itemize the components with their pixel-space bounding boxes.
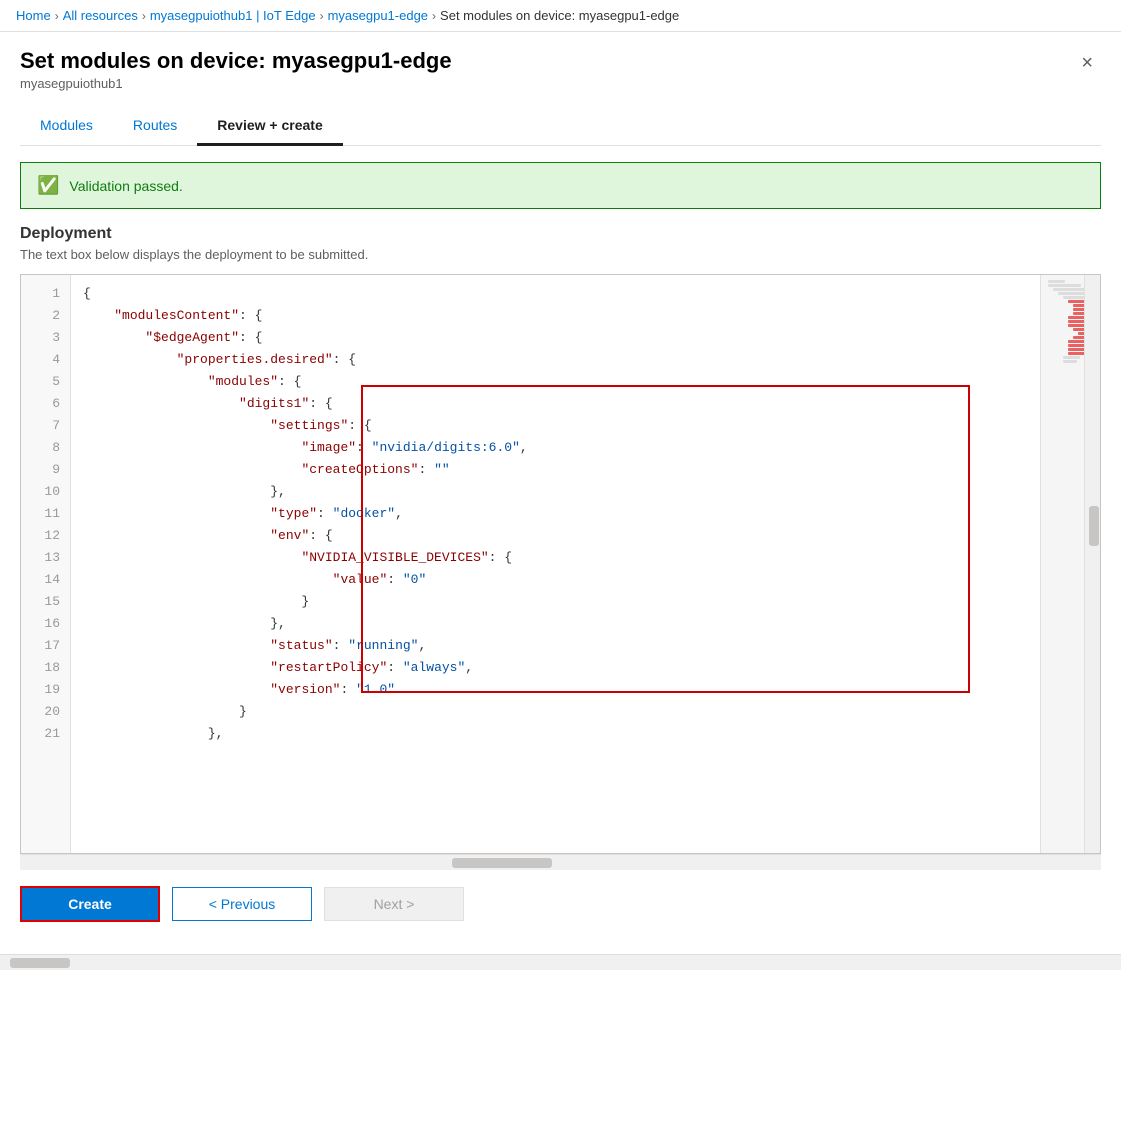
- line-num-6: 6: [21, 393, 70, 415]
- breadcrumb-device[interactable]: myasegpu1-edge: [328, 8, 428, 23]
- line-num-21: 21: [21, 723, 70, 745]
- bottom-scroll-thumb: [10, 958, 70, 968]
- validation-banner: ✅ Validation passed.: [20, 162, 1101, 209]
- breadcrumb-iot-edge[interactable]: myasegpuiothub1 | IoT Edge: [150, 8, 316, 23]
- bottom-scrollbar[interactable]: [0, 954, 1121, 970]
- code-line-13: "NVIDIA_VISIBLE_DEVICES": {: [83, 547, 1028, 569]
- page-header: Set modules on device: myasegpu1-edge my…: [20, 48, 1101, 91]
- line-num-15: 15: [21, 591, 70, 613]
- line-num-17: 17: [21, 635, 70, 657]
- line-num-4: 4: [21, 349, 70, 371]
- code-line-17: "status": "running",: [83, 635, 1028, 657]
- code-line-15: }: [83, 591, 1028, 613]
- tab-routes[interactable]: Routes: [113, 107, 197, 146]
- line-num-11: 11: [21, 503, 70, 525]
- code-line-2: "modulesContent": {: [83, 305, 1028, 327]
- line-num-5: 5: [21, 371, 70, 393]
- line-num-2: 2: [21, 305, 70, 327]
- main-container: Set modules on device: myasegpu1-edge my…: [0, 32, 1121, 954]
- line-num-12: 12: [21, 525, 70, 547]
- line-numbers: 1 2 3 4 5 6 7 8 9 10 11 12 13 14 15 16 1…: [21, 275, 71, 853]
- code-line-7: "settings": {: [83, 415, 1028, 437]
- minimap-line: [1048, 280, 1065, 283]
- code-editor[interactable]: 1 2 3 4 5 6 7 8 9 10 11 12 13 14 15 16 1…: [20, 274, 1101, 854]
- minimap: [1040, 275, 1100, 853]
- line-num-18: 18: [21, 657, 70, 679]
- scrollbar-thumb: [1089, 506, 1099, 546]
- page-subtitle: myasegpuiothub1: [20, 76, 452, 91]
- code-line-18: "restartPolicy": "always",: [83, 657, 1028, 679]
- code-line-19: "version": "1.0": [83, 679, 1028, 701]
- code-line-3: "$edgeAgent": {: [83, 327, 1028, 349]
- header-text-block: Set modules on device: myasegpu1-edge my…: [20, 48, 452, 91]
- breadcrumb-current: Set modules on device: myasegpu1-edge: [440, 8, 679, 23]
- create-button[interactable]: Create: [20, 886, 160, 922]
- deployment-section: Deployment The text box below displays t…: [20, 225, 1101, 262]
- breadcrumb-sep-3: ›: [320, 9, 324, 23]
- code-line-8: "image": "nvidia/digits:6.0",: [83, 437, 1028, 459]
- validation-text: Validation passed.: [69, 178, 182, 194]
- code-line-10: },: [83, 481, 1028, 503]
- breadcrumb-sep-2: ›: [142, 9, 146, 23]
- code-line-14: "value": "0": [83, 569, 1028, 591]
- line-num-19: 19: [21, 679, 70, 701]
- line-num-9: 9: [21, 459, 70, 481]
- breadcrumb-all-resources[interactable]: All resources: [63, 8, 138, 23]
- line-num-10: 10: [21, 481, 70, 503]
- breadcrumb: Home › All resources › myasegpuiothub1 |…: [0, 0, 1121, 32]
- line-num-1: 1: [21, 283, 70, 305]
- code-line-9: "createOptions": "": [83, 459, 1028, 481]
- deployment-description: The text box below displays the deployme…: [20, 247, 1101, 262]
- tab-modules[interactable]: Modules: [20, 107, 113, 146]
- code-line-21: },: [83, 723, 1028, 745]
- line-num-16: 16: [21, 613, 70, 635]
- horizontal-scrollbar[interactable]: [20, 854, 1101, 870]
- line-num-8: 8: [21, 437, 70, 459]
- line-num-14: 14: [21, 569, 70, 591]
- next-button: Next >: [324, 887, 464, 921]
- code-line-16: },: [83, 613, 1028, 635]
- code-line-4: "properties.desired": {: [83, 349, 1028, 371]
- code-line-1: {: [83, 283, 1028, 305]
- line-num-7: 7: [21, 415, 70, 437]
- page-title: Set modules on device: myasegpu1-edge: [20, 48, 452, 74]
- line-num-20: 20: [21, 701, 70, 723]
- close-button[interactable]: ×: [1073, 48, 1101, 79]
- validation-icon: ✅: [37, 175, 59, 196]
- minimap-line: [1063, 356, 1080, 359]
- code-line-20: }: [83, 701, 1028, 723]
- breadcrumb-sep-4: ›: [432, 9, 436, 23]
- deployment-title: Deployment: [20, 225, 1101, 243]
- code-line-11: "type": "docker",: [83, 503, 1028, 525]
- footer-buttons: Create < Previous Next >: [20, 870, 1101, 938]
- line-num-13: 13: [21, 547, 70, 569]
- code-line-12: "env": {: [83, 525, 1028, 547]
- previous-button[interactable]: < Previous: [172, 887, 312, 921]
- vertical-scrollbar[interactable]: [1084, 275, 1100, 853]
- code-line-5: "modules": {: [83, 371, 1028, 393]
- minimap-line: [1063, 360, 1077, 363]
- breadcrumb-home[interactable]: Home: [16, 8, 51, 23]
- minimap-line: [1048, 284, 1081, 287]
- code-line-6: "digits1": {: [83, 393, 1028, 415]
- breadcrumb-sep-1: ›: [55, 9, 59, 23]
- tabs-container: Modules Routes Review + create: [20, 107, 1101, 146]
- h-scrollbar-thumb: [452, 858, 552, 868]
- code-content[interactable]: { "modulesContent": { "$edgeAgent": { "p…: [71, 275, 1040, 853]
- tab-review-create[interactable]: Review + create: [197, 107, 342, 146]
- line-num-3: 3: [21, 327, 70, 349]
